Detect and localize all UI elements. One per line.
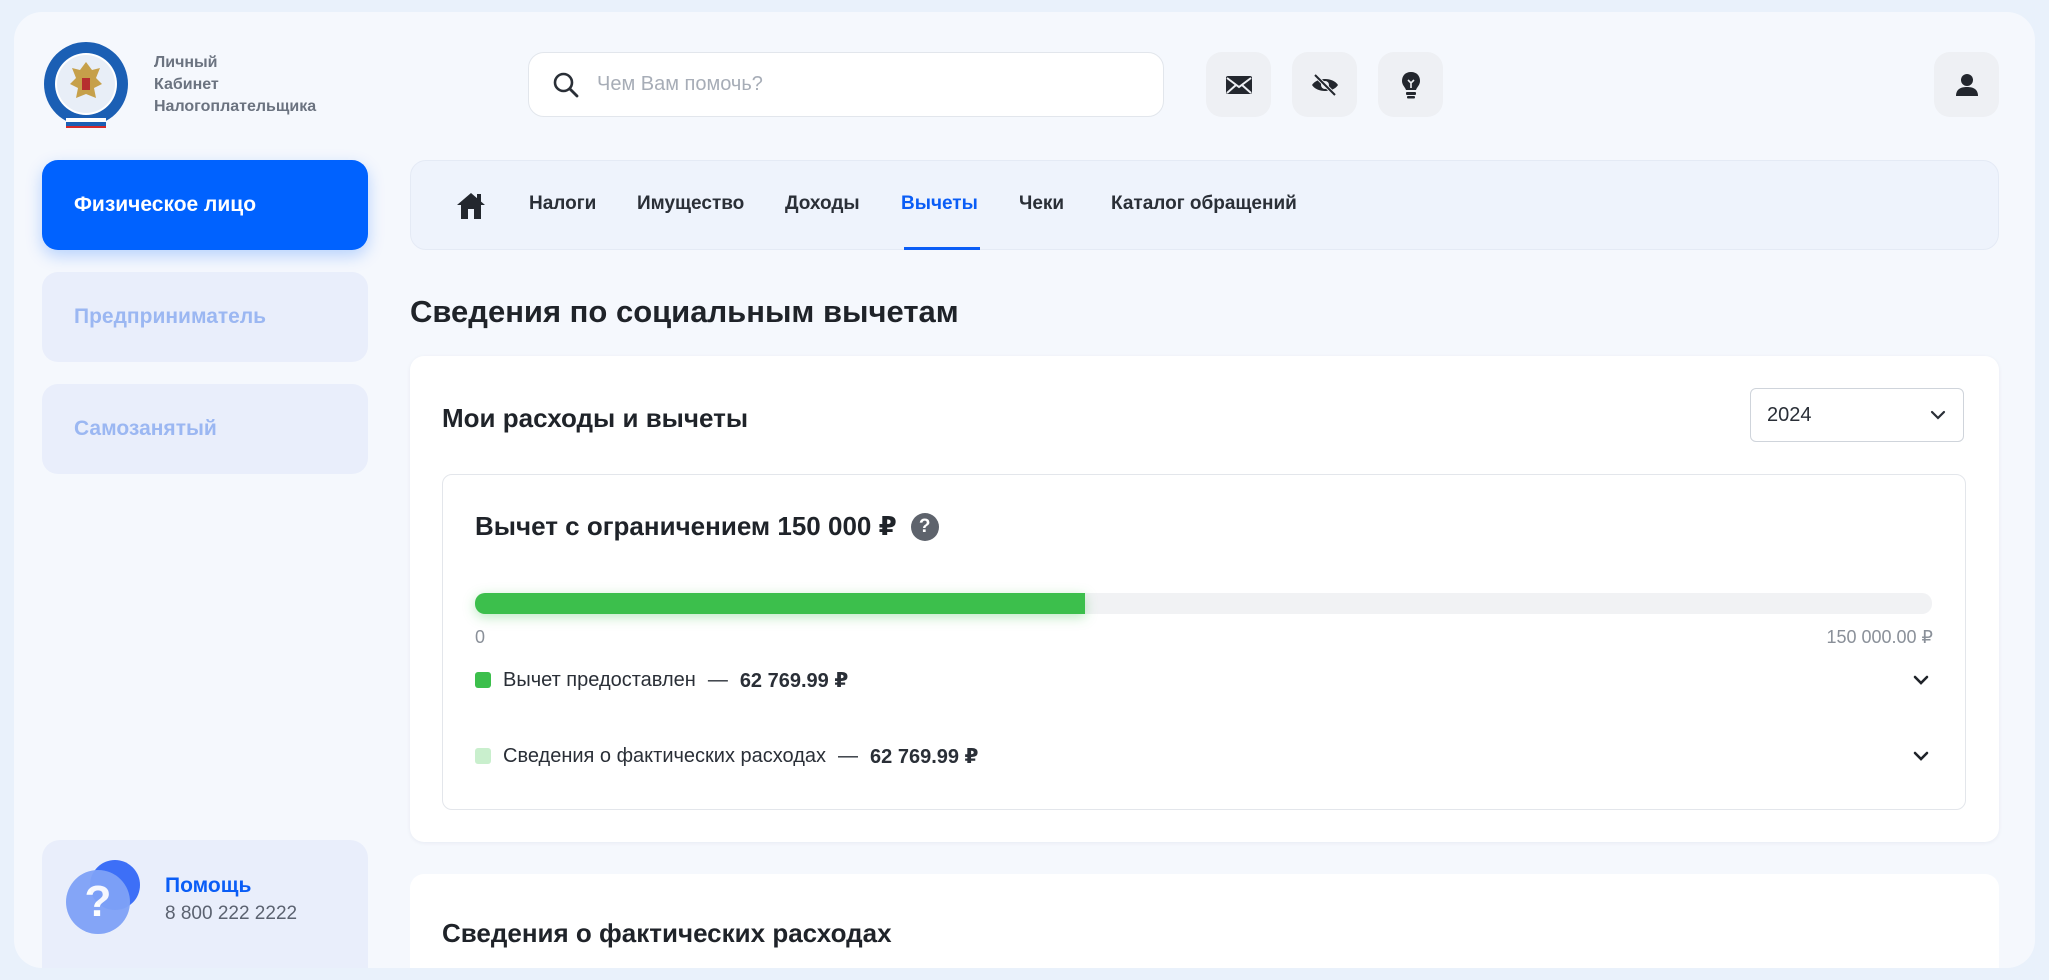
sidebar-item-self-employed[interactable]: Самозанятый (42, 384, 368, 474)
fns-emblem-logo[interactable] (42, 40, 130, 128)
actual-expenses-card: Сведения о фактических расходах (410, 874, 1999, 968)
visibility-toggle-button[interactable] (1292, 52, 1357, 117)
actual-expenses-row[interactable]: Сведения о фактических расходах — 62 769… (475, 741, 1932, 771)
row-amount: 62 769.99 ₽ (739, 669, 849, 692)
sidebar-item-entrepreneur[interactable]: Предприниматель (42, 272, 368, 362)
tab-deductions[interactable]: Вычеты (901, 193, 978, 215)
expenses-deductions-card: Мои расходы и вычеты 2024 Вычет с ограни… (410, 356, 1999, 842)
sidebar-item-individual[interactable]: Физическое лицо (42, 160, 368, 250)
messages-button[interactable] (1206, 52, 1271, 117)
logo-caption-line: Личный (154, 54, 218, 71)
search-box[interactable] (528, 52, 1164, 117)
chevron-down-icon[interactable] (1910, 745, 1932, 767)
legend-swatch (475, 672, 491, 688)
row-dash: — (838, 744, 859, 767)
logo-caption-line: Кабинет (154, 76, 219, 93)
help-title[interactable]: Помощь (165, 874, 251, 898)
progress-max-label: 150 000.00 ₽ (1826, 627, 1933, 647)
home-icon[interactable] (455, 191, 487, 221)
sidebar-item-label: Предприниматель (74, 305, 267, 328)
tab-receipts[interactable]: Чеки (1019, 193, 1064, 215)
progress-track (475, 593, 1932, 614)
eye-off-icon (1311, 73, 1338, 96)
tips-button[interactable] (1378, 52, 1443, 117)
help-widget[interactable]: ? Помощь 8 800 222 2222 (42, 840, 368, 968)
sidebar-item-label: Самозанятый (74, 417, 217, 440)
card-title: Сведения о фактических расходах (442, 918, 892, 948)
page-title: Сведения по социальным вычетам (410, 294, 959, 329)
row-amount: 62 769.99 ₽ (870, 745, 979, 768)
active-tab-indicator (904, 247, 980, 250)
tab-request-catalog[interactable]: Каталог обращений (1111, 193, 1297, 215)
chevron-down-icon (1930, 410, 1946, 420)
deduction-limit-block: Вычет с ограничением 150 000 ₽ ? 0 150 0… (442, 474, 1966, 810)
legend-swatch (475, 748, 491, 764)
tab-taxes[interactable]: Налоги (529, 193, 596, 215)
year-select[interactable]: 2024 (1750, 388, 1964, 442)
help-icon[interactable]: ? (910, 512, 939, 541)
row-label: Вычет предоставлен (503, 668, 696, 691)
progress-min-label: 0 (475, 627, 486, 647)
user-icon (1955, 73, 1978, 96)
search-input[interactable] (597, 73, 1117, 96)
mail-icon (1225, 75, 1252, 94)
help-phone[interactable]: 8 800 222 2222 (165, 903, 297, 925)
lightbulb-icon (1401, 71, 1420, 98)
question-mark-icon: ? (66, 870, 130, 934)
row-dash: — (707, 668, 728, 691)
profile-button[interactable] (1934, 52, 1999, 117)
logo-caption: Личный Кабинет Налогоплательщика (154, 52, 316, 118)
year-select-value: 2024 (1767, 403, 1812, 426)
progress-fill (475, 593, 1085, 614)
search-icon (553, 72, 579, 97)
limit-block-title: Вычет с ограничением 150 000 ₽ ? (475, 511, 939, 542)
deduction-granted-row[interactable]: Вычет предоставлен — 62 769.99 ₽ (475, 665, 1932, 695)
app-window: Личный Кабинет Налогоплательщика Чем Вам… (14, 12, 2035, 968)
tab-income[interactable]: Доходы (785, 193, 860, 215)
card-title: Мои расходы и вычеты (442, 403, 749, 433)
limit-title-text: Вычет с ограничением 150 000 ₽ (475, 511, 897, 541)
row-label: Сведения о фактических расходах (503, 744, 827, 767)
main-nav: Налоги Имущество Доходы Вычеты Чеки Ката… (410, 160, 1999, 250)
tab-property[interactable]: Имущество (637, 193, 744, 215)
logo-caption-line: Налогоплательщика (154, 98, 317, 115)
sidebar-item-label: Физическое лицо (74, 193, 257, 216)
chevron-down-icon[interactable] (1910, 669, 1932, 691)
